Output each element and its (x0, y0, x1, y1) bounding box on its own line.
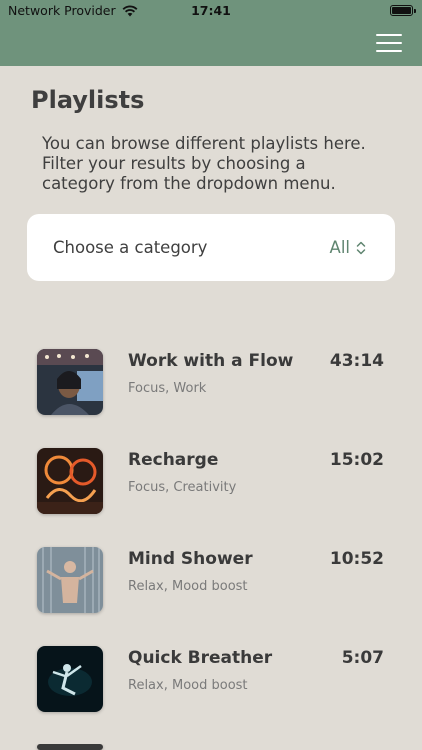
category-label: Choose a category (53, 238, 208, 257)
playlist-item[interactable]: Recharge Focus, Creativity 15:02 (0, 448, 422, 528)
playlist-tags: Focus, Work (128, 381, 207, 396)
app-header: Network Provider 17:41 (0, 0, 422, 66)
category-select[interactable]: All (330, 238, 366, 257)
hamburger-menu-icon[interactable] (376, 34, 402, 52)
playlist-tags: Relax, Mood boost (128, 678, 248, 693)
playlist-duration: 43:14 (329, 351, 384, 371)
playlist-duration: 15:02 (329, 450, 384, 470)
playlist-tags: Relax, Mood boost (128, 579, 248, 594)
playlist-item-partial[interactable] (0, 744, 422, 750)
playlist-duration: 5:07 (341, 648, 384, 668)
playlist-thumbnail (37, 448, 103, 514)
playlist-item[interactable]: Quick Breather Relax, Mood boost 5:07 (0, 646, 422, 726)
page-title: Playlists (31, 86, 145, 114)
battery-icon (390, 5, 416, 16)
category-selected-value: All (329, 238, 350, 257)
chevron-updown-icon (356, 241, 366, 254)
playlist-title: Recharge (128, 450, 219, 470)
playlist-thumbnail (37, 349, 103, 415)
playlist-tags: Focus, Creativity (128, 480, 237, 495)
playlist-title: Mind Shower (128, 549, 253, 569)
playlist-thumbnail (37, 646, 103, 712)
playlist-item[interactable]: Work with a Flow Focus, Work 43:14 (0, 349, 422, 429)
page-intro: You can browse different playlists here.… (42, 134, 366, 193)
playlist-thumbnail (37, 547, 103, 613)
category-dropdown[interactable]: Choose a category All (27, 214, 395, 281)
status-time: 17:41 (191, 3, 231, 18)
playlist-thumbnail (37, 744, 103, 750)
playlist-title: Work with a Flow (128, 351, 294, 371)
playlist-duration: 10:52 (329, 549, 384, 569)
status-bar: Network Provider 17:41 (0, 0, 422, 22)
playlist-item[interactable]: Mind Shower Relax, Mood boost 10:52 (0, 547, 422, 627)
playlist-title: Quick Breather (128, 648, 273, 668)
